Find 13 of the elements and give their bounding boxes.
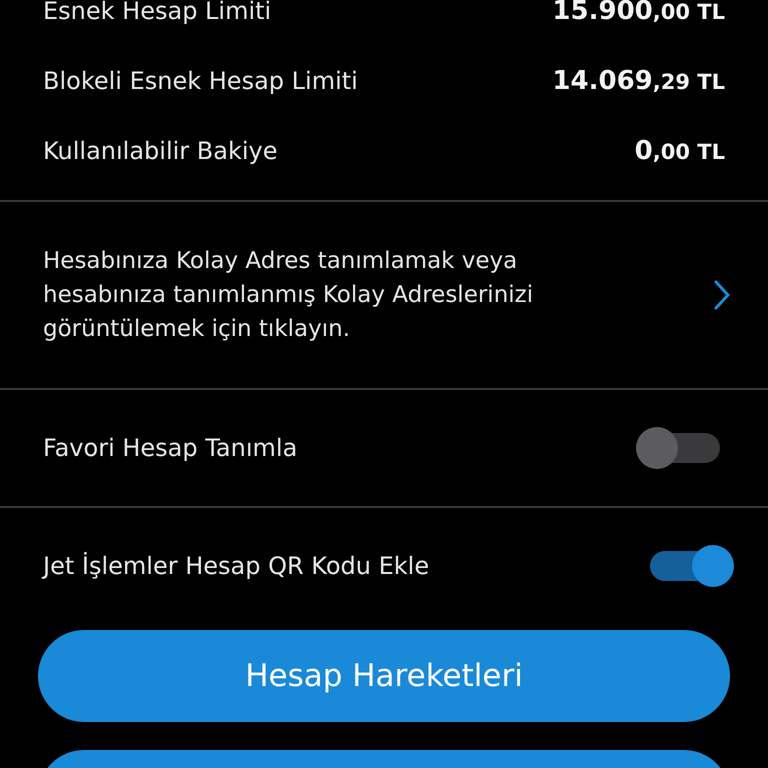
- balance-label: Kullanılabilir Bakiye: [43, 137, 278, 165]
- toggle-label: Jet İşlemler Hesap QR Kodu Ekle: [43, 552, 430, 580]
- balance-label: Esnek Hesap Limiti: [43, 0, 272, 25]
- chevron-right-icon[interactable]: [714, 280, 730, 310]
- balance-amount: 0,00 TL: [634, 136, 725, 166]
- toggle-label: Favori Hesap Tanımla: [43, 434, 298, 462]
- balance-label: Blokeli Esnek Hesap Limiti: [43, 67, 358, 95]
- balance-amount: 14.069,29 TL: [552, 66, 725, 96]
- toggle-switch[interactable]: [650, 545, 734, 587]
- hesap-hareketleri-button[interactable]: Hesap Hareketleri: [38, 630, 730, 722]
- toggle-switch[interactable]: [636, 427, 720, 469]
- kolay-adres-link[interactable]: Hesabınıza Kolay Adres tanımlamak veya hesabınıza tanımlanmış Kolay Adreslerinizi görüntülemek için tıklayın.: [43, 244, 623, 346]
- balance-amount: 15.900,00 TL: [552, 0, 725, 26]
